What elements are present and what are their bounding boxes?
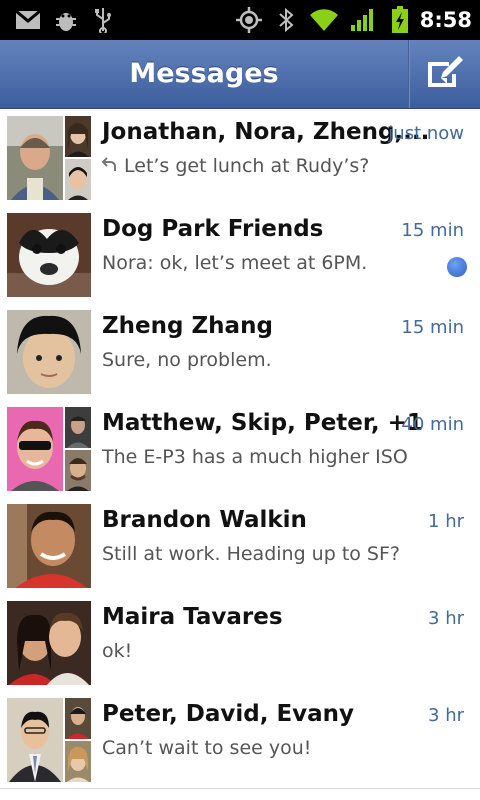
conversation-name: Matthew, Skip, Peter, +1 — [102, 410, 423, 436]
avatar — [65, 698, 91, 739]
avatar — [7, 213, 91, 297]
conversation-snippet-wrap: Can’t wait to see you! — [102, 737, 311, 759]
conversation-row[interactable]: Jonathan, Nora, Zheng,... just now Let’s… — [0, 109, 480, 207]
conversation-time: 3 hr — [428, 705, 464, 726]
conversation-name: Jonathan, Nora, Zheng,... — [102, 119, 430, 145]
android-debug-icon — [54, 0, 78, 40]
conversation-row[interactable]: Dog Park Friends 15 min Nora: ok, let’s … — [0, 206, 480, 304]
conversation-snippet-wrap: Let’s get lunch at Rudy’s? — [101, 155, 370, 177]
avatar — [65, 407, 91, 448]
conversation-row[interactable]: Zheng Zhang 15 min Sure, no problem. — [0, 303, 480, 401]
compose-icon — [425, 54, 465, 94]
bluetooth-icon — [276, 0, 296, 40]
conversation-snippet-wrap: ok! — [102, 640, 132, 662]
group-avatar — [7, 116, 91, 200]
conversation-row[interactable]: Maira Tavares 3 hr ok! — [0, 594, 480, 692]
conversation-snippet-wrap: Nora: ok, let’s meet at 6PM. — [102, 252, 367, 274]
avatar — [65, 450, 91, 491]
conversation-row[interactable]: Brandon Walkin 1 hr Still at work. Headi… — [0, 497, 480, 595]
conversation-name: Maira Tavares — [102, 604, 283, 630]
conversation-snippet-wrap: Still at work. Heading up to SF? — [102, 543, 400, 565]
avatar — [65, 116, 91, 157]
avatar — [7, 504, 91, 588]
conversation-snippet: Still at work. Heading up to SF? — [102, 543, 401, 565]
conversation-snippet-wrap: The E-P3 has a much higher ISO — [102, 446, 408, 468]
reply-arrow-icon — [101, 155, 118, 177]
conversation-name: Dog Park Friends — [102, 216, 324, 242]
battery-charging-icon — [390, 0, 410, 40]
conversation-snippet-wrap: Sure, no problem. — [102, 349, 272, 371]
conversation-time: 40 min — [401, 414, 464, 435]
usb-icon — [92, 0, 114, 40]
conversation-snippet: Nora: ok, let’s meet at 6PM. — [102, 252, 368, 274]
status-time: 8:58 — [419, 8, 472, 32]
avatar — [7, 698, 63, 782]
conversation-snippet: ok! — [102, 640, 133, 662]
conversation-time: 3 hr — [428, 608, 464, 629]
conversation-time: 1 hr — [428, 511, 464, 532]
avatar — [7, 407, 63, 491]
avatar — [65, 159, 91, 200]
conversation-time: just now — [388, 123, 464, 144]
group-avatar — [7, 407, 91, 491]
conversation-snippet: Sure, no problem. — [102, 349, 272, 371]
conversation-row[interactable]: Matthew, Skip, Peter, +1 40 min The E-P3… — [0, 400, 480, 498]
conversation-time: 15 min — [401, 220, 464, 241]
avatar — [7, 310, 91, 394]
unread-indicator — [447, 257, 467, 277]
group-avatar — [7, 698, 91, 782]
avatar — [65, 741, 91, 782]
avatar — [7, 213, 91, 297]
gps-icon — [234, 0, 264, 40]
conversation-time: 15 min — [401, 317, 464, 338]
gmail-icon — [14, 0, 42, 40]
conversation-name: Brandon Walkin — [102, 507, 307, 533]
status-bar: 8:58 — [0, 0, 480, 40]
wifi-icon — [308, 0, 340, 40]
avatar — [7, 601, 91, 685]
page-title: Messages — [129, 58, 279, 89]
app-header: Messages — [0, 40, 480, 109]
avatar — [7, 504, 91, 588]
signal-icon — [350, 0, 376, 40]
avatar — [7, 601, 91, 685]
conversation-row[interactable]: Peter, David, Evany 3 hr Can’t wait to s… — [0, 691, 480, 789]
conversation-snippet: The E-P3 has a much higher ISO — [102, 446, 408, 468]
conversation-name: Peter, David, Evany — [102, 701, 355, 727]
avatar — [7, 116, 63, 200]
conversation-snippet: Can’t wait to see you! — [102, 737, 312, 759]
conversation-name: Zheng Zhang — [102, 313, 273, 339]
avatar — [7, 310, 91, 394]
conversation-snippet: Let’s get lunch at Rudy’s? — [124, 155, 370, 177]
compose-button[interactable] — [410, 40, 480, 108]
